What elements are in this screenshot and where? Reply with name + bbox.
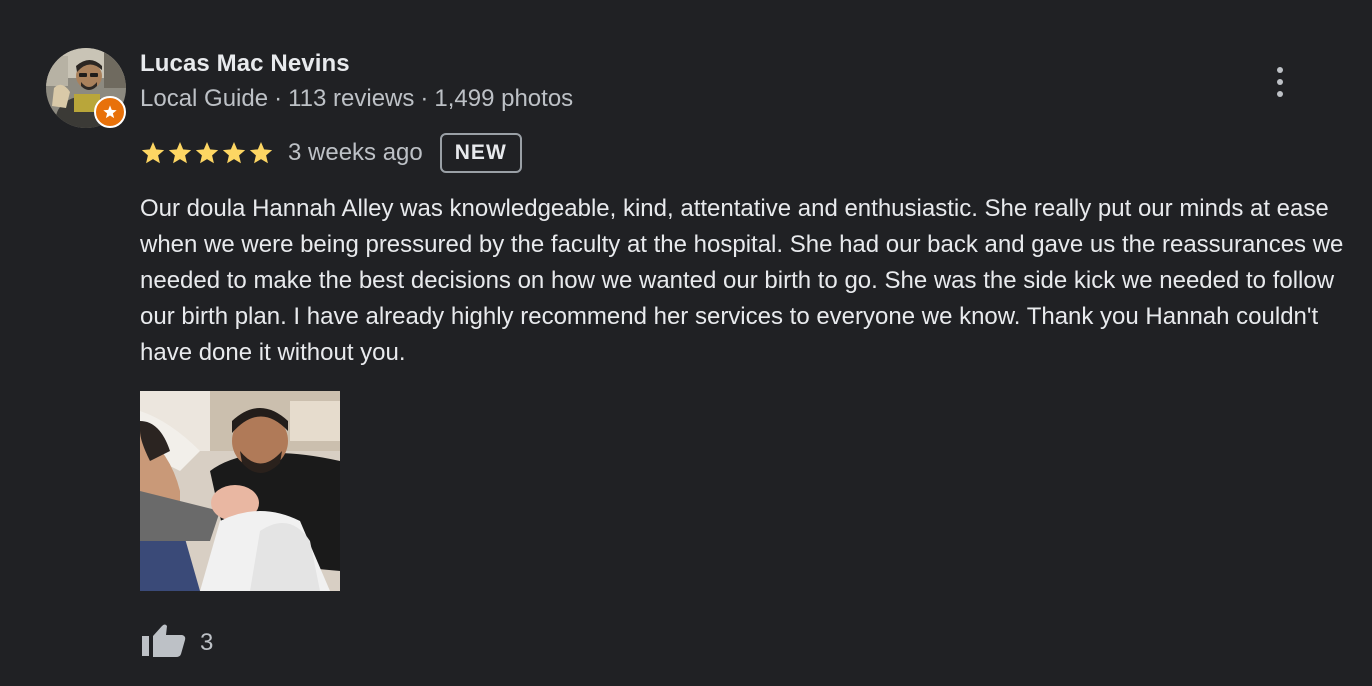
- star-icon: [141, 141, 165, 164]
- meta-separator: ·: [420, 85, 429, 112]
- more-options-button[interactable]: [1262, 62, 1298, 102]
- rating-row: 3 weeks ago NEW: [140, 131, 522, 175]
- thumbs-up-icon: [142, 624, 186, 657]
- review-photo-icon: [140, 391, 340, 591]
- new-badge: NEW: [439, 133, 522, 173]
- more-vert-icon: [1277, 91, 1283, 97]
- more-vert-icon: [1277, 79, 1283, 85]
- local-guide-badge: [94, 96, 126, 128]
- star-icon: [249, 141, 273, 164]
- local-guide-label: Local Guide: [140, 85, 269, 112]
- like-button[interactable]: 3: [140, 618, 213, 662]
- reviewer-meta: Local Guide · 113 reviews · 1,499 photos: [140, 85, 573, 113]
- star-icon: [222, 141, 246, 164]
- review-date: 3 weeks ago: [288, 139, 423, 166]
- more-vert-icon: [1277, 67, 1283, 73]
- review-count: 113 reviews: [288, 85, 415, 112]
- review-text: Our doula Hannah Alley was knowledgeable…: [140, 195, 1344, 366]
- star-rating: [140, 140, 274, 166]
- meta-separator: ·: [274, 85, 283, 112]
- like-count: 3: [200, 629, 214, 656]
- photo-count: 1,499 photos: [434, 85, 574, 112]
- review-photo[interactable]: [140, 391, 340, 591]
- star-icon: [195, 141, 219, 164]
- reviewer-name[interactable]: Lucas Mac Nevins: [140, 50, 350, 78]
- local-guide-star-icon: [103, 105, 117, 119]
- review-card: Lucas Mac Nevins Local Guide · 113 reviews…: [0, 0, 1372, 686]
- star-icon: [168, 141, 192, 164]
